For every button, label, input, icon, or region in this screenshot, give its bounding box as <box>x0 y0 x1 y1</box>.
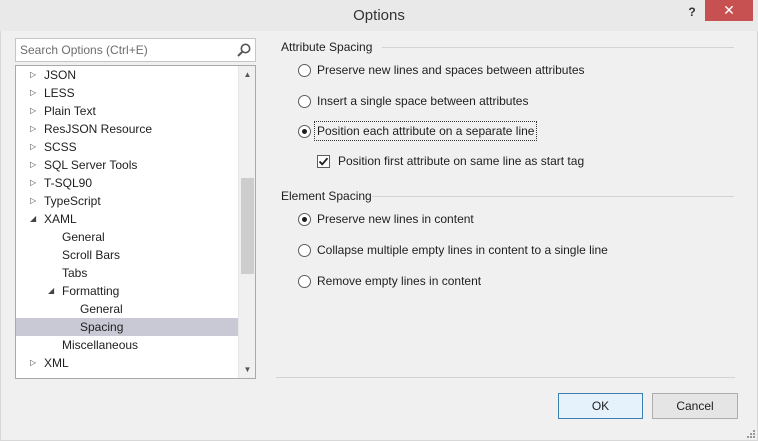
radio-button-icon[interactable] <box>298 213 311 226</box>
collapsed-arrow-icon[interactable]: ▷ <box>30 120 40 138</box>
tree-item-label: ResJSON Resource <box>44 122 153 136</box>
tree-item-label: TypeScript <box>44 194 101 208</box>
tree-item-label: T-SQL90 <box>44 176 93 190</box>
tree-item[interactable]: Scroll Bars <box>16 246 238 264</box>
radio-button-icon[interactable] <box>298 125 311 138</box>
tree-item-label: General <box>62 230 105 244</box>
collapsed-arrow-icon[interactable]: ▷ <box>30 138 40 156</box>
tree-item[interactable]: ▷ SQL Server Tools <box>16 156 238 174</box>
tree-item[interactable]: General <box>16 228 238 246</box>
tree-item-label: General <box>80 302 123 316</box>
close-icon: ✕ <box>723 2 735 18</box>
radio-button-icon[interactable] <box>298 95 311 108</box>
footer-divider <box>276 377 735 378</box>
tree-item[interactable]: ▷ ResJSON Resource <box>16 120 238 138</box>
tree-item-label: Scroll Bars <box>62 248 121 262</box>
element-spacing-header: Element Spacing <box>281 189 372 203</box>
tree-item[interactable]: ▷ SCSS <box>16 138 238 156</box>
collapsed-arrow-icon[interactable]: ▷ <box>30 192 40 210</box>
radio-button-icon[interactable] <box>298 64 311 77</box>
radio-label: Remove empty lines in content <box>317 274 482 288</box>
tree-item-label: Spacing <box>80 320 124 334</box>
scroll-down-arrow-icon[interactable]: ▼ <box>239 361 255 378</box>
tree-item[interactable]: Miscellaneous <box>16 336 238 354</box>
tree-item-label: Formatting <box>62 284 120 298</box>
tree-item[interactable]: Tabs <box>16 264 238 282</box>
close-button[interactable]: ✕ <box>705 0 753 21</box>
collapsed-arrow-icon[interactable]: ▷ <box>30 102 40 120</box>
search-box[interactable] <box>15 38 256 62</box>
help-button[interactable]: ? <box>682 2 702 22</box>
tree-item-label: Plain Text <box>44 104 96 118</box>
tree-item[interactable]: ▷ T-SQL90 <box>16 174 238 192</box>
collapsed-arrow-icon[interactable]: ▷ <box>30 156 40 174</box>
tree-item[interactable]: General <box>16 300 238 318</box>
radio-label: Position each attribute on a separate li… <box>313 121 538 141</box>
radio-label: Collapse multiple empty lines in content… <box>317 243 608 257</box>
collapsed-arrow-icon[interactable]: ▷ <box>30 174 40 192</box>
radio-button-icon[interactable] <box>298 275 311 288</box>
radio-label: Preserve new lines in content <box>317 212 474 226</box>
resize-grip-icon[interactable] <box>746 429 756 439</box>
checkbox-icon[interactable] <box>317 155 330 168</box>
expanded-arrow-icon[interactable]: ◢ <box>48 282 58 300</box>
tree-item[interactable]: Spacing <box>16 318 238 336</box>
tree-item[interactable]: ▷ JSON <box>16 66 238 84</box>
tree-item-label: XAML <box>44 212 77 226</box>
radio-label: Preserve new lines and spaces between at… <box>317 63 585 77</box>
tree-item[interactable]: ▷ Plain Text <box>16 102 238 120</box>
collapsed-arrow-icon[interactable]: ▷ <box>30 66 40 84</box>
window-title: Options <box>353 7 405 24</box>
element-spacing-divider <box>372 196 734 197</box>
tree-item-label: Tabs <box>62 266 88 280</box>
search-input[interactable] <box>16 39 234 61</box>
tree-item[interactable]: ◢ Formatting <box>16 282 238 300</box>
tree-item[interactable]: ▷ XML <box>16 354 238 372</box>
tree-item-label: XML <box>44 356 69 370</box>
tree-item-label: SQL Server Tools <box>44 158 138 172</box>
ok-button[interactable]: OK <box>558 393 643 419</box>
cancel-button[interactable]: Cancel <box>652 393 738 419</box>
tree-item-label: JSON <box>44 68 77 82</box>
expanded-arrow-icon[interactable]: ◢ <box>30 210 40 228</box>
tree-item-label: SCSS <box>44 140 77 154</box>
search-icon[interactable] <box>236 42 252 58</box>
scroll-thumb[interactable] <box>241 178 254 274</box>
checkbox-label: Position first attribute on same line as… <box>338 154 585 168</box>
radio-button-icon[interactable] <box>298 244 311 257</box>
tree-item-label: LESS <box>44 86 75 100</box>
title-bar: Options ? ✕ <box>0 0 758 31</box>
collapsed-arrow-icon[interactable]: ▷ <box>30 84 40 102</box>
tree-item[interactable]: ▷ LESS <box>16 84 238 102</box>
attribute-spacing-header: Attribute Spacing <box>281 40 373 54</box>
tree-item-label: Miscellaneous <box>62 338 139 352</box>
radio-label: Insert a single space between attributes <box>317 94 529 108</box>
tree-scrollbar[interactable]: ▲ ▼ <box>238 66 255 378</box>
tree-item[interactable]: ◢ XAML <box>16 210 238 228</box>
scroll-up-arrow-icon[interactable]: ▲ <box>239 66 255 83</box>
attribute-spacing-divider <box>382 47 734 48</box>
options-tree[interactable]: ▷ JSON ▷ LESS ▷ Plain Text ▷ ResJSON Resource ▷ S… <box>15 65 256 379</box>
collapsed-arrow-icon[interactable]: ▷ <box>30 354 40 372</box>
tree-item[interactable]: ▷ TypeScript <box>16 192 238 210</box>
